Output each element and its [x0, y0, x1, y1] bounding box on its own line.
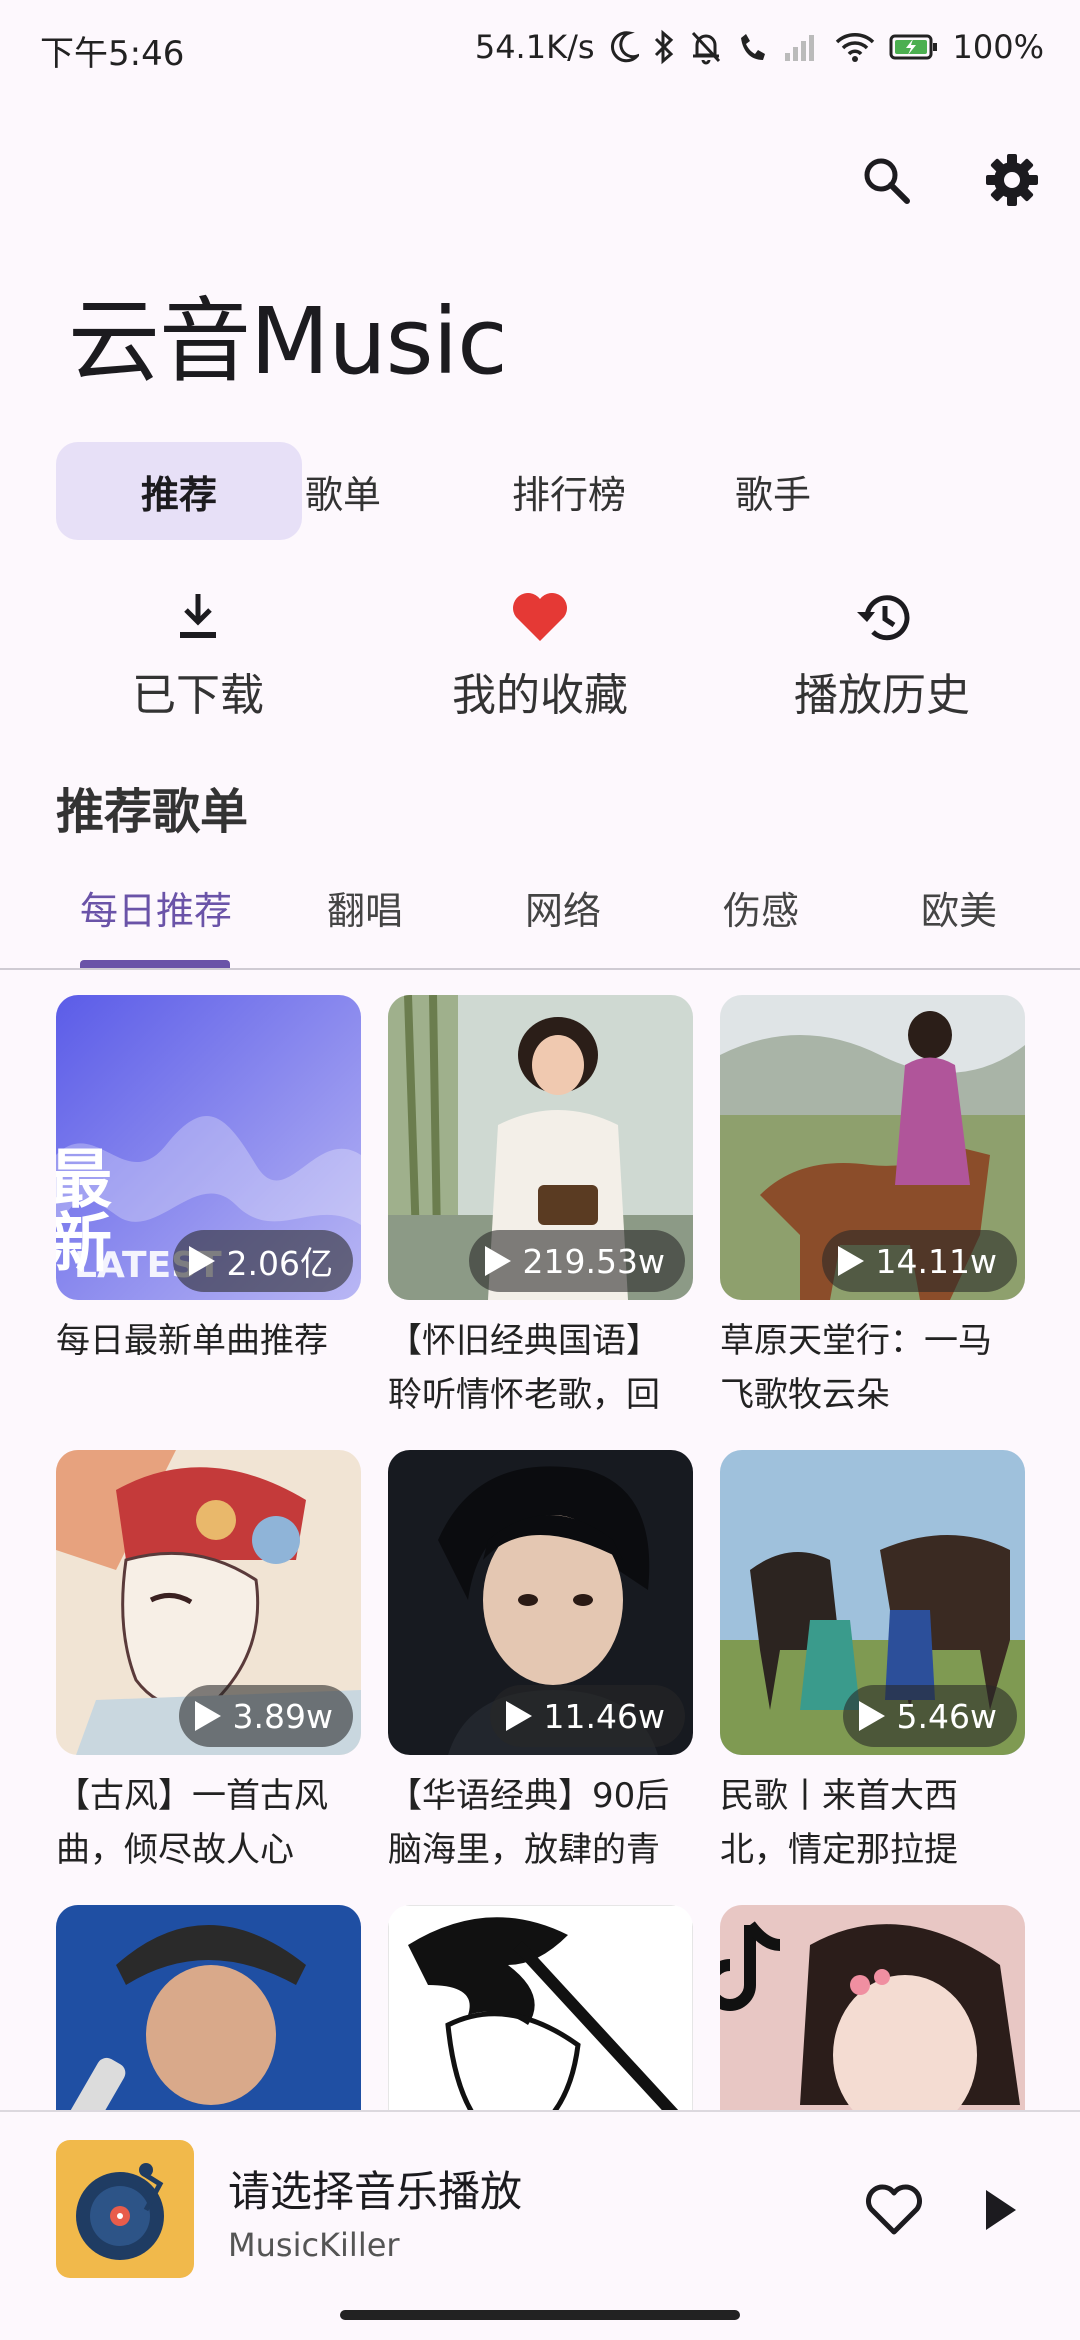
player-play-button[interactable]	[966, 2178, 1030, 2242]
playlist-cover: 最新 LATEST 2.06亿	[56, 995, 361, 1300]
battery-icon	[889, 33, 939, 61]
category-tabs: 推荐 歌单 排行榜 歌手	[56, 442, 1056, 542]
playlist-cover: 219.53w	[388, 995, 693, 1300]
playlist-card[interactable]: 14.11w 草原天堂行：一马飞歌牧云朵	[720, 995, 1025, 1422]
play-count-chip: 14.11w	[821, 1230, 1017, 1292]
playlist-title: 【古风】一首古风曲，倾尽故人心	[56, 1776, 328, 1870]
heart-outline-icon	[862, 2184, 926, 2246]
play-count: 3.89w	[232, 1696, 333, 1736]
play-count: 11.46w	[543, 1696, 665, 1736]
play-icon	[837, 1246, 864, 1276]
play-count: 14.11w	[875, 1241, 997, 1281]
tab-artists[interactable]: 歌手	[650, 442, 896, 540]
playlist-card[interactable]: 最新 LATEST 2.06亿 每日最新单曲推荐	[56, 995, 361, 1422]
play-icon	[484, 1246, 511, 1276]
playlist-cover	[56, 1905, 361, 2110]
bluetooth-icon	[653, 29, 675, 65]
play-icon	[188, 1246, 215, 1276]
play-count-chip: 2.06亿	[172, 1230, 353, 1292]
favorites-button[interactable]: 我的收藏	[410, 585, 670, 723]
playlist-cover: 11.46w	[388, 1450, 693, 1755]
bell-muted-icon	[689, 29, 723, 65]
playlist-card[interactable]	[56, 1905, 361, 2110]
status-time: 下午5:46	[40, 34, 185, 74]
download-icon	[176, 585, 220, 649]
playlist-cover: 5.46w	[720, 1450, 1025, 1755]
play-icon	[858, 1701, 885, 1731]
search-button[interactable]	[854, 150, 918, 214]
play-count: 219.53w	[522, 1241, 665, 1281]
tab-playlists[interactable]: 歌单	[220, 442, 466, 540]
playlist-card[interactable]: 5.46w 民歌丨来首大西北，情定那拉提	[720, 1450, 1025, 1877]
app-screen: 下午5:46 54.1K/s 100% 云音Music 推荐 歌单 排行榜 歌手…	[0, 0, 1080, 2340]
player-album-art	[56, 2140, 194, 2278]
battery-level: 100%	[952, 28, 1044, 66]
playlist-title: 【华语经典】90后脑海里，放肆的青	[388, 1776, 670, 1870]
favorites-label: 我的收藏	[452, 670, 628, 721]
playlist-title: 每日最新单曲推荐	[56, 1321, 328, 1361]
downloaded-label: 已下载	[132, 670, 264, 721]
call-icon	[737, 30, 769, 64]
player-like-button[interactable]	[862, 2178, 926, 2242]
subtab-western[interactable]: 欧美	[921, 880, 997, 935]
play-count: 2.06亿	[226, 1244, 333, 1283]
top-actions	[854, 150, 1044, 214]
quick-actions: 已下载 我的收藏 播放历史	[0, 585, 1080, 725]
play-icon	[505, 1701, 532, 1731]
playlist-subtabs: 每日推荐 翻唱 网络 伤感 欧美	[0, 870, 1080, 970]
playlist-card[interactable]: 219.53w 【怀旧经典国语】聆听情怀老歌，回	[388, 995, 693, 1422]
play-count: 5.46w	[896, 1696, 997, 1736]
history-icon	[853, 585, 911, 649]
wifi-icon	[835, 31, 875, 63]
playlist-title: 【怀旧经典国语】聆听情怀老歌，回	[388, 1321, 660, 1415]
playlist-cover: 3.89w	[56, 1450, 361, 1755]
moon-icon	[609, 30, 639, 64]
signal-icon	[783, 31, 821, 63]
playlist-cover	[388, 1905, 693, 2110]
network-speed: 54.1K/s	[474, 28, 595, 66]
play-count-chip: 3.89w	[178, 1685, 353, 1747]
play-count-chip: 5.46w	[842, 1685, 1017, 1747]
subtab-indicator	[80, 960, 230, 968]
playlist-title: 民歌丨来首大西北，情定那拉提	[720, 1776, 958, 1870]
subtab-network[interactable]: 网络	[525, 880, 601, 935]
playlist-card[interactable]: 3.89w 【古风】一首古风曲，倾尽故人心	[56, 1450, 361, 1877]
search-icon	[860, 154, 912, 210]
playlist-title: 草原天堂行：一马飞歌牧云朵	[720, 1321, 992, 1415]
playlist-grid: 最新 LATEST 2.06亿 每日最新单曲推荐 219.53w 【怀旧经典国语…	[56, 995, 1036, 2110]
play-icon	[194, 1701, 221, 1731]
play-count-chip: 219.53w	[468, 1230, 685, 1292]
subtab-daily[interactable]: 每日推荐	[80, 880, 232, 935]
player-subtitle: MusicKiller	[228, 2226, 400, 2264]
player-title: 请选择音乐播放	[228, 2167, 523, 2216]
playlist-card[interactable]	[720, 1905, 1025, 2110]
subtab-sad[interactable]: 伤感	[723, 880, 799, 935]
downloaded-button[interactable]: 已下载	[68, 585, 328, 723]
playlist-card[interactable]	[388, 1905, 693, 2110]
playlist-cover: 14.11w	[720, 995, 1025, 1300]
settings-button[interactable]	[980, 150, 1044, 214]
playlist-card[interactable]: 11.46w 【华语经典】90后脑海里，放肆的青	[388, 1450, 693, 1877]
gear-icon	[984, 152, 1040, 212]
section-title: 推荐歌单	[56, 784, 249, 840]
mini-player[interactable]: 请选择音乐播放 MusicKiller	[0, 2110, 1080, 2340]
play-icon	[966, 2190, 1030, 2246]
history-label: 播放历史	[794, 670, 970, 721]
play-count-chip: 11.46w	[489, 1685, 685, 1747]
history-button[interactable]: 播放历史	[752, 585, 1012, 723]
status-bar: 下午5:46 54.1K/s 100%	[0, 0, 1080, 96]
app-title: 云音Music	[68, 288, 508, 395]
heart-icon	[510, 585, 570, 649]
playlist-cover	[720, 1905, 1025, 2110]
subtab-cover[interactable]: 翻唱	[327, 880, 403, 935]
home-indicator	[340, 2310, 740, 2320]
status-indicators: 54.1K/s 100%	[475, 22, 1044, 72]
